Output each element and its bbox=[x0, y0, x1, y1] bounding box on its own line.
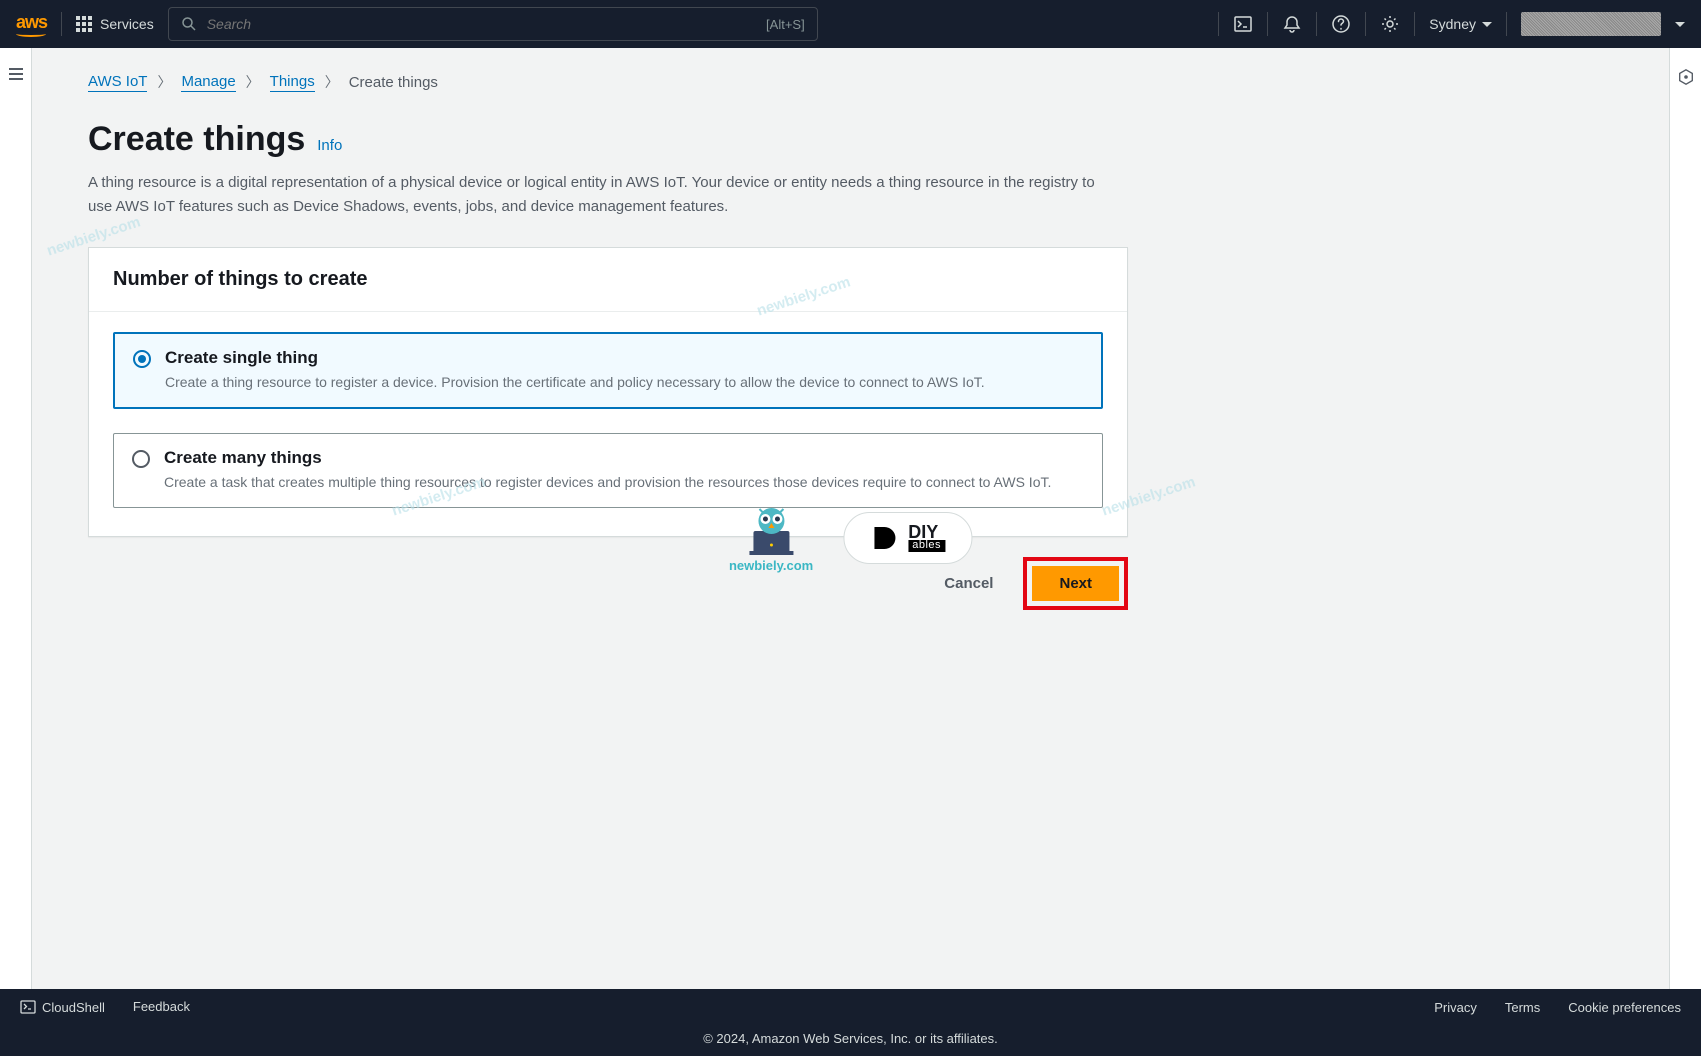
aws-logo[interactable]: aws bbox=[16, 12, 47, 37]
search-box[interactable]: [Alt+S] bbox=[168, 7, 818, 41]
divider bbox=[61, 12, 62, 36]
main-content: AWS IoT 〉 Manage 〉 Things 〉 Create thing… bbox=[32, 48, 1669, 989]
cancel-button[interactable]: Cancel bbox=[930, 567, 1007, 600]
radio-option-many[interactable]: Create many things Create a task that cr… bbox=[113, 433, 1103, 508]
chevron-down-icon bbox=[1675, 22, 1685, 27]
tutorial-highlight: Next bbox=[1023, 557, 1128, 610]
copyright: © 2024, Amazon Web Services, Inc. or its… bbox=[0, 1025, 1701, 1056]
breadcrumb-link[interactable]: AWS IoT bbox=[88, 73, 147, 92]
hexagon-icon bbox=[1677, 68, 1695, 86]
hamburger-icon bbox=[9, 68, 23, 80]
cloudshell-icon[interactable] bbox=[1233, 14, 1253, 34]
info-link[interactable]: Info bbox=[317, 137, 342, 154]
breadcrumb: AWS IoT 〉 Manage 〉 Things 〉 Create thing… bbox=[88, 72, 1613, 92]
left-panel-toggle[interactable] bbox=[0, 48, 32, 989]
breadcrumb-link[interactable]: Things bbox=[270, 73, 315, 92]
footer: CloudShell Feedback Privacy Terms Cookie… bbox=[0, 989, 1701, 1056]
chevron-down-icon bbox=[1482, 22, 1492, 27]
services-button[interactable]: Services bbox=[76, 16, 154, 32]
search-input[interactable] bbox=[207, 16, 756, 32]
top-nav: aws Services [Alt+S] Sydney bbox=[0, 0, 1701, 48]
cookies-link[interactable]: Cookie preferences bbox=[1568, 1000, 1681, 1015]
account-menu[interactable] bbox=[1521, 12, 1661, 36]
breadcrumb-link[interactable]: Manage bbox=[181, 73, 235, 92]
services-grid-icon bbox=[76, 16, 92, 32]
region-label: Sydney bbox=[1429, 16, 1476, 32]
privacy-link[interactable]: Privacy bbox=[1434, 1000, 1477, 1015]
settings-icon[interactable] bbox=[1380, 14, 1400, 34]
region-selector[interactable]: Sydney bbox=[1429, 16, 1492, 32]
breadcrumb-current: Create things bbox=[349, 74, 438, 91]
next-button[interactable]: Next bbox=[1032, 566, 1119, 601]
page-title: Create things bbox=[88, 120, 305, 159]
radio-icon bbox=[133, 350, 151, 368]
right-panel-toggle[interactable] bbox=[1669, 48, 1701, 989]
feedback-link[interactable]: Feedback bbox=[133, 999, 190, 1015]
radio-icon bbox=[132, 450, 150, 468]
services-label: Services bbox=[100, 16, 154, 32]
panel-title: Number of things to create bbox=[113, 268, 1103, 291]
terms-link[interactable]: Terms bbox=[1505, 1000, 1540, 1015]
chevron-right-icon: 〉 bbox=[246, 72, 260, 92]
radio-description: Create a task that creates multiple thin… bbox=[164, 472, 1051, 493]
action-bar: Cancel Next bbox=[88, 557, 1128, 610]
help-icon[interactable] bbox=[1331, 14, 1351, 34]
cloudshell-link[interactable]: CloudShell bbox=[20, 999, 105, 1015]
radio-label: Create single thing bbox=[165, 348, 985, 368]
chevron-right-icon: 〉 bbox=[157, 72, 171, 92]
chevron-right-icon: 〉 bbox=[325, 72, 339, 92]
radio-description: Create a thing resource to register a de… bbox=[165, 372, 985, 393]
notifications-icon[interactable] bbox=[1282, 14, 1302, 34]
radio-label: Create many things bbox=[164, 448, 1051, 468]
things-count-panel: Number of things to create Create single… bbox=[88, 247, 1128, 537]
radio-option-single[interactable]: Create single thing Create a thing resou… bbox=[113, 332, 1103, 409]
search-shortcut: [Alt+S] bbox=[766, 17, 805, 32]
search-icon bbox=[181, 16, 197, 32]
page-description: A thing resource is a digital representa… bbox=[88, 171, 1108, 219]
